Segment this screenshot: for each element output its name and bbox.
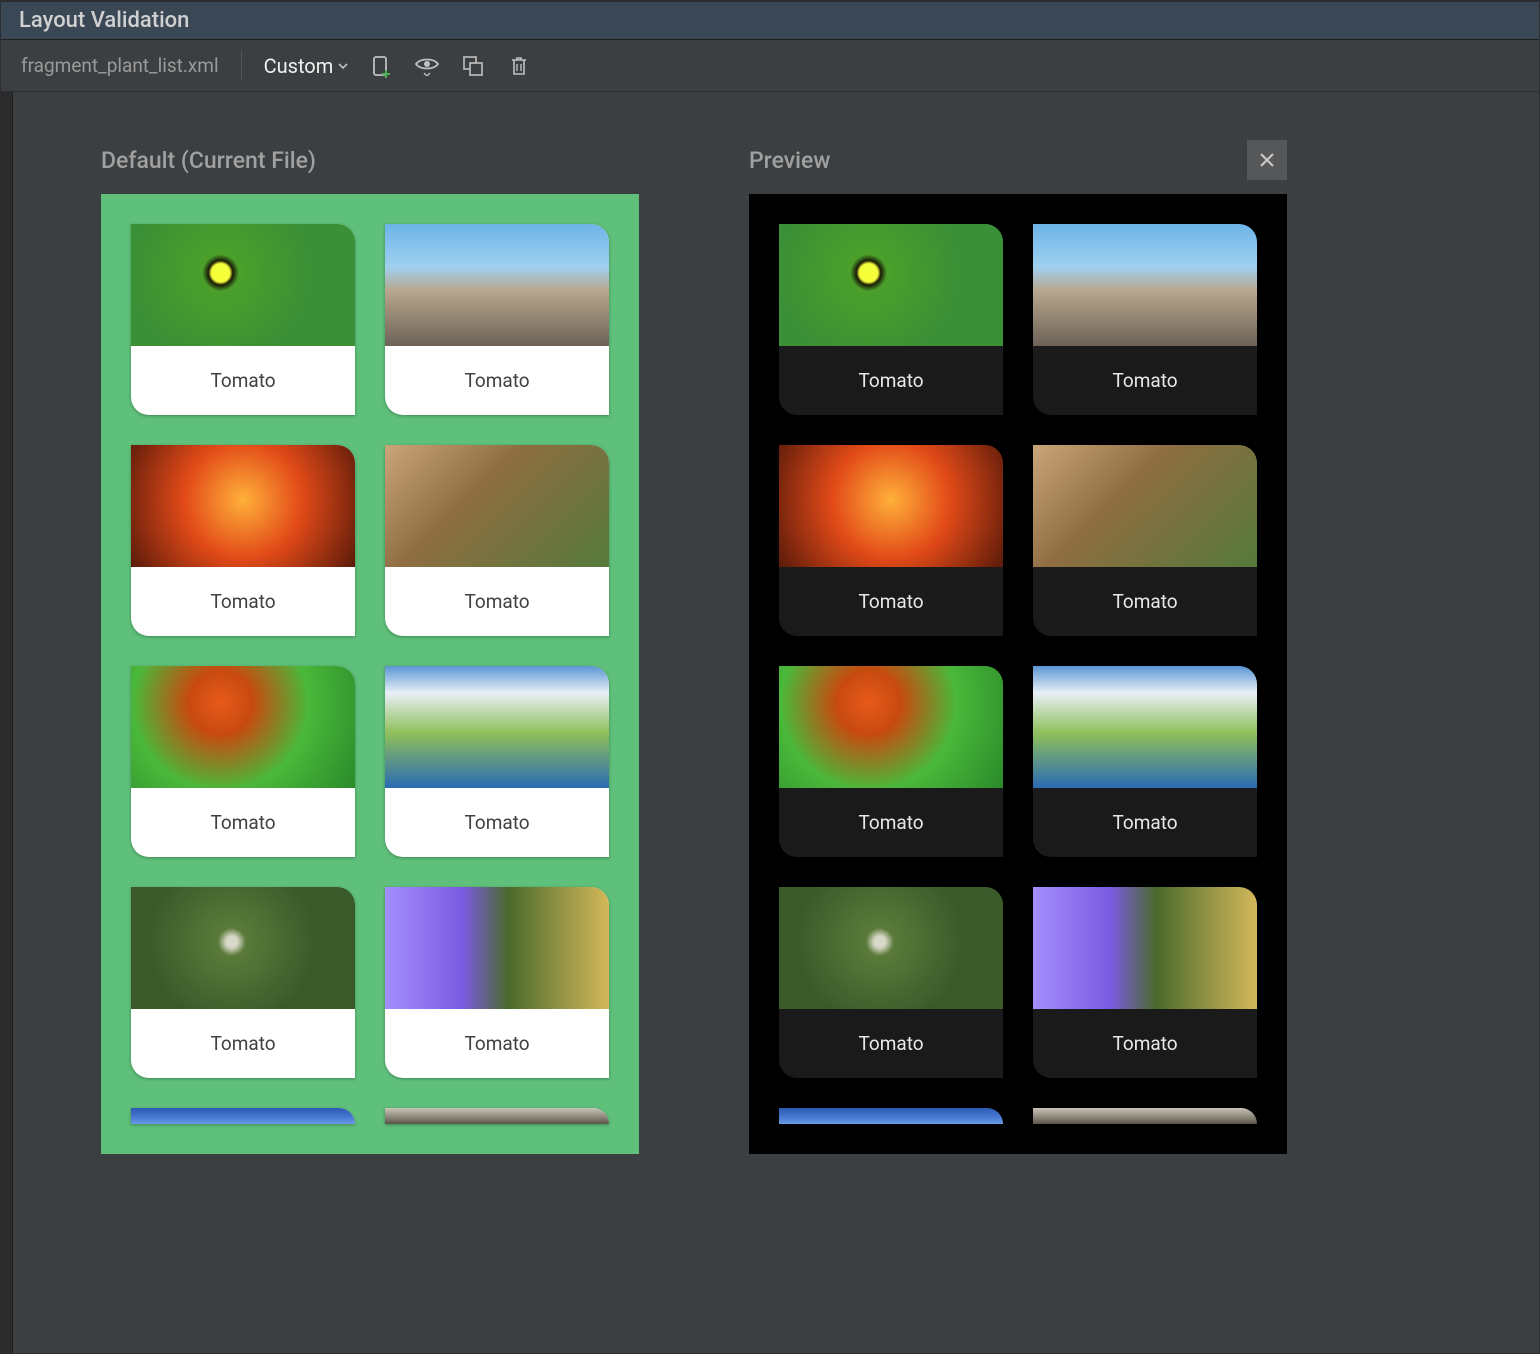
chevron-down-icon — [337, 60, 349, 72]
plant-image — [131, 224, 355, 346]
plant-image — [779, 445, 1003, 567]
plant-image — [779, 224, 1003, 346]
plant-card[interactable]: Tomato — [131, 666, 355, 857]
plant-label: Tomato — [1033, 788, 1257, 857]
plant-card[interactable]: Tomato — [1033, 666, 1257, 857]
panel-title-preview: Preview — [749, 147, 830, 174]
add-device-button[interactable] — [367, 52, 395, 80]
panel-title-default: Default (Current File) — [101, 147, 316, 174]
plant-label: Tomato — [131, 788, 355, 857]
plant-label: Tomato — [779, 788, 1003, 857]
plant-label: Tomato — [131, 1009, 355, 1078]
preview-mode-dropdown[interactable]: Custom — [264, 54, 350, 78]
plant-card[interactable]: Tomato — [779, 224, 1003, 415]
duplicate-icon — [462, 55, 484, 77]
plant-label: Tomato — [1033, 1009, 1257, 1078]
plant-image — [779, 887, 1003, 1009]
plant-image — [779, 666, 1003, 788]
plant-image — [385, 887, 609, 1009]
add-device-icon — [369, 54, 393, 78]
plant-label: Tomato — [385, 788, 609, 857]
plant-image — [1033, 666, 1257, 788]
plant-card[interactable]: Tomato — [131, 887, 355, 1078]
toolbar: fragment_plant_list.xml Custom — [1, 40, 1539, 92]
plant-card[interactable]: Tomato — [385, 666, 609, 857]
plant-card[interactable]: Tomato — [131, 224, 355, 415]
plant-image — [1033, 1108, 1257, 1124]
device-frame-preview[interactable]: Tomato Tomato Tomato Tomato Tomato Tomato Toma… — [749, 194, 1287, 1154]
plant-label: Tomato — [779, 346, 1003, 415]
plant-card[interactable] — [131, 1108, 355, 1124]
plant-label: Tomato — [385, 1009, 609, 1078]
plant-label: Tomato — [1033, 346, 1257, 415]
device-frame-default[interactable]: Tomato Tomato Tomato Tomato Tomato Tomato Toma… — [101, 194, 639, 1154]
close-preview-button[interactable] — [1247, 140, 1287, 180]
titlebar: Layout Validation — [1, 2, 1539, 40]
plant-card[interactable] — [779, 1108, 1003, 1124]
plant-card[interactable]: Tomato — [1033, 224, 1257, 415]
plant-card[interactable] — [385, 1108, 609, 1124]
plant-image — [385, 224, 609, 346]
panel-default: Default (Current File) TomatoTomatoTomat… — [101, 140, 639, 1321]
filename-label: fragment_plant_list.xml — [21, 54, 219, 77]
plant-image — [131, 1108, 355, 1124]
plant-image — [131, 887, 355, 1009]
plant-image — [131, 666, 355, 788]
plant-card[interactable] — [1033, 1108, 1257, 1124]
plant-image — [1033, 887, 1257, 1009]
close-icon — [1258, 151, 1276, 169]
plant-card[interactable]: Tomato — [779, 666, 1003, 857]
plant-card[interactable]: Tomato — [385, 224, 609, 415]
eye-icon — [414, 56, 440, 76]
plant-image — [1033, 445, 1257, 567]
plant-label: Tomato — [1033, 567, 1257, 636]
plant-label: Tomato — [385, 346, 609, 415]
plant-label: Tomato — [779, 1009, 1003, 1078]
plant-label: Tomato — [779, 567, 1003, 636]
plant-label: Tomato — [385, 567, 609, 636]
panel-preview: Preview TomatoTomatoTomatoTomatoTomatoTo… — [749, 140, 1287, 1321]
visibility-button[interactable] — [413, 52, 441, 80]
plant-label: Tomato — [131, 346, 355, 415]
delete-button[interactable] — [505, 52, 533, 80]
plant-card[interactable]: Tomato — [385, 887, 609, 1078]
plant-card[interactable]: Tomato — [1033, 887, 1257, 1078]
plant-label: Tomato — [131, 567, 355, 636]
duplicate-button[interactable] — [459, 52, 487, 80]
trash-icon — [509, 55, 529, 77]
plant-card[interactable]: Tomato — [131, 445, 355, 636]
plant-card[interactable]: Tomato — [385, 445, 609, 636]
plant-image — [779, 1108, 1003, 1124]
toolbar-separator — [241, 51, 242, 81]
left-gutter — [1, 92, 13, 1353]
plant-card[interactable]: Tomato — [779, 887, 1003, 1078]
plant-image — [131, 445, 355, 567]
plant-card[interactable]: Tomato — [779, 445, 1003, 636]
window-title: Layout Validation — [19, 8, 189, 33]
content-area: Default (Current File) TomatoTomatoTomat… — [1, 92, 1539, 1353]
plant-card[interactable]: Tomato — [1033, 445, 1257, 636]
dropdown-label: Custom — [264, 54, 334, 78]
plant-image — [385, 666, 609, 788]
plant-image — [385, 1108, 609, 1124]
plant-image — [385, 445, 609, 567]
plant-image — [1033, 224, 1257, 346]
